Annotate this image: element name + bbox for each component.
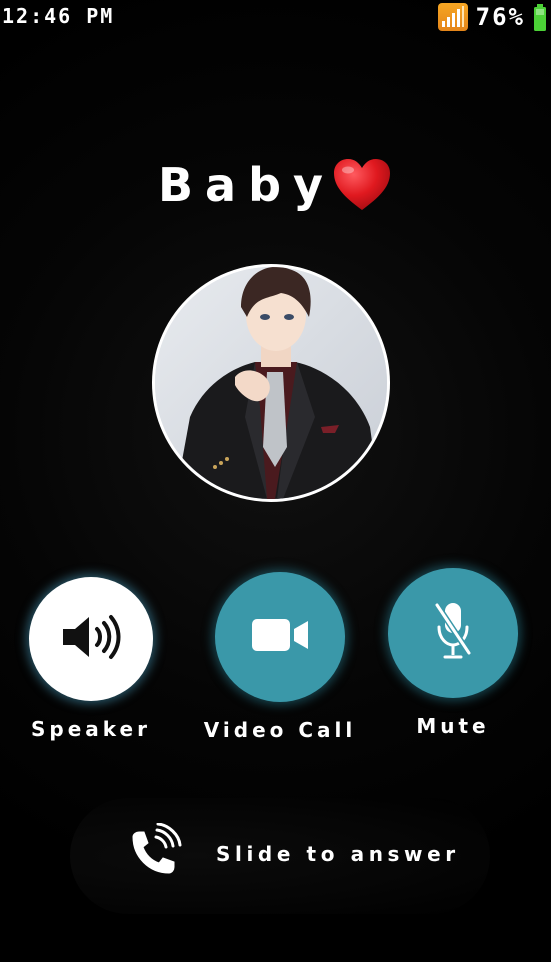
- slide-to-answer-label: Slide to answer: [216, 842, 460, 866]
- speaker-button[interactable]: [29, 577, 153, 701]
- status-right-group: 76%: [437, 2, 546, 32]
- speaker-action[interactable]: Speaker: [16, 577, 166, 741]
- caller-name: Baby: [0, 150, 551, 220]
- status-time: 12:46 PM: [2, 4, 115, 28]
- mute-label: Mute: [416, 714, 490, 738]
- caller-name-text: Baby: [157, 158, 335, 212]
- red-heart-icon: [331, 156, 393, 214]
- status-bar: 12:46 PM 76%: [0, 0, 551, 34]
- microphone-off-icon: [433, 599, 473, 667]
- caller-avatar: [152, 264, 390, 502]
- signal-bars-icon: [437, 3, 468, 31]
- answer-slider-handle[interactable]: [118, 820, 188, 890]
- phone-ringing-icon: [123, 822, 183, 887]
- battery-charging-icon: [533, 4, 546, 31]
- mute-action[interactable]: Mute: [380, 568, 526, 738]
- mute-button[interactable]: [388, 568, 518, 698]
- video-call-action[interactable]: Video Call: [196, 572, 364, 742]
- video-call-label: Video Call: [203, 718, 357, 742]
- video-camera-icon: [250, 617, 310, 657]
- battery-percent: 76%: [475, 3, 525, 31]
- incoming-call-screen: 12:46 PM 76% Baby Speaker Video Call Mut…: [0, 0, 551, 962]
- speaker-label: Speaker: [31, 717, 151, 741]
- video-call-button[interactable]: [215, 572, 345, 702]
- speaker-icon: [59, 613, 123, 665]
